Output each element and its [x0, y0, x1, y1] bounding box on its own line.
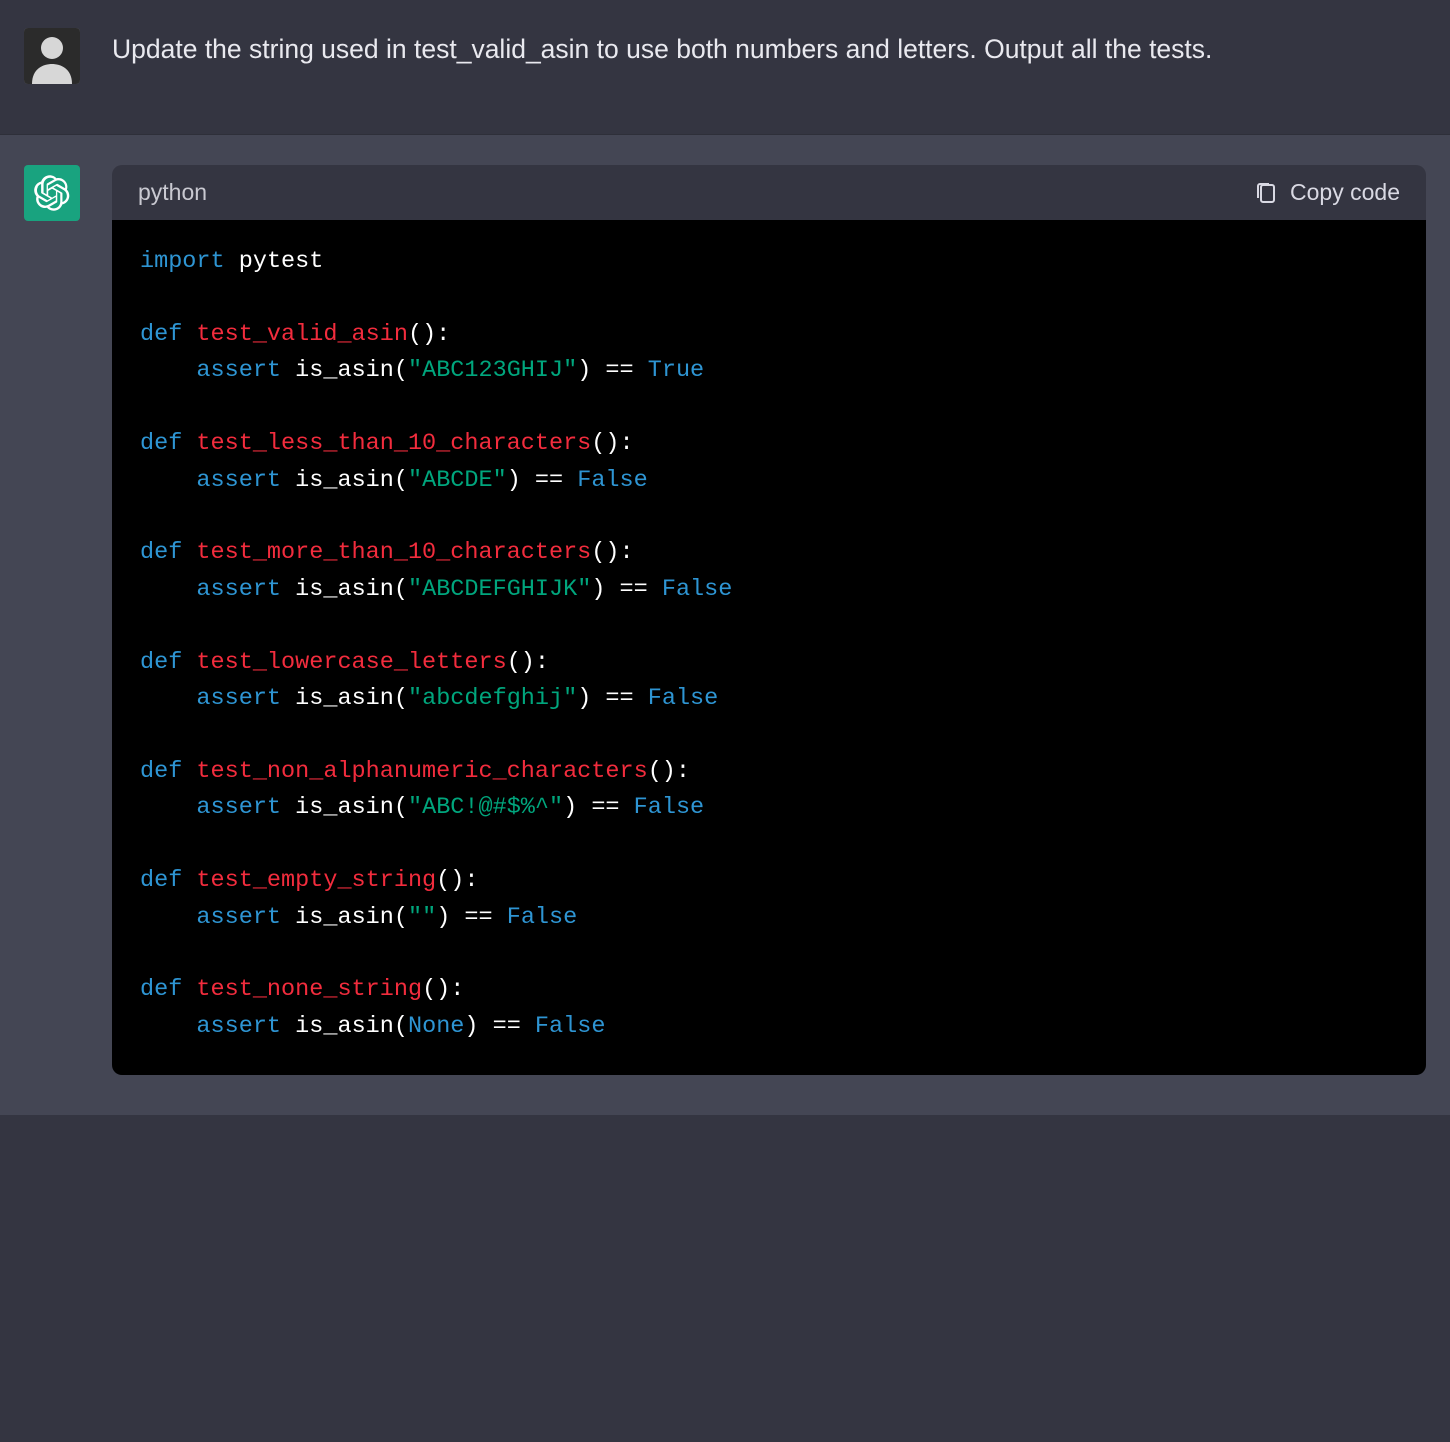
user-message-row: Update the string used in test_valid_asi… — [0, 0, 1450, 134]
user-prompt-text: Update the string used in test_valid_asi… — [112, 28, 1212, 84]
user-avatar-icon — [24, 28, 80, 84]
code-block-header: python Copy code — [112, 165, 1426, 220]
code-block: python Copy code import pytest def test_… — [112, 165, 1426, 1075]
code-language-label: python — [138, 179, 207, 206]
copy-code-label: Copy code — [1290, 179, 1400, 206]
assistant-message-row: python Copy code import pytest def test_… — [0, 134, 1450, 1115]
copy-code-button[interactable]: Copy code — [1254, 179, 1400, 206]
assistant-avatar — [24, 165, 80, 221]
clipboard-icon — [1254, 181, 1278, 205]
user-avatar — [24, 28, 80, 84]
openai-logo-icon — [34, 175, 70, 211]
code-body: import pytest def test_valid_asin(): ass… — [112, 220, 1426, 1075]
